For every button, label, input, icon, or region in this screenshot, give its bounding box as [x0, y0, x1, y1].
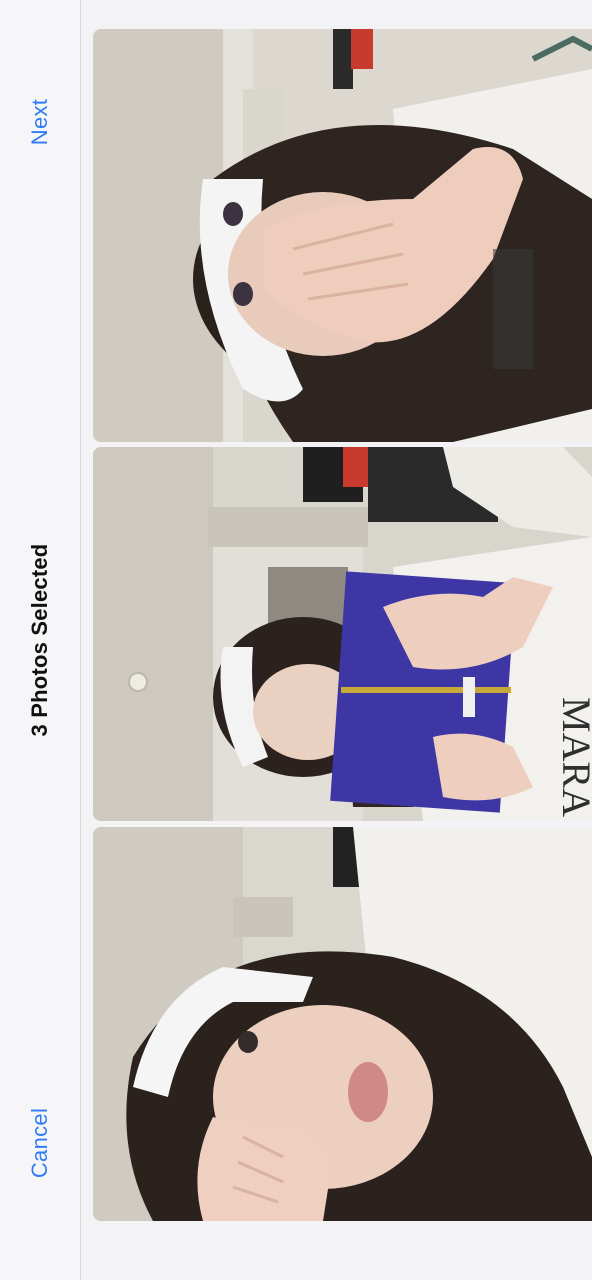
photo-2-image: MARA	[93, 447, 592, 821]
bottom-spacer	[81, 1225, 592, 1280]
photo-1-image	[93, 29, 592, 442]
photo-selfie-hand-over-face[interactable]	[93, 29, 592, 442]
nav-divider	[80, 0, 81, 1280]
photo-3-image	[93, 827, 592, 1221]
photo-holding-blue-book[interactable]: MARA	[93, 447, 592, 821]
cancel-button[interactable]: Cancel	[27, 1108, 53, 1178]
next-button[interactable]: Next	[27, 99, 53, 145]
navigation-bar: Next 3 Photos Selected Cancel	[0, 0, 80, 1280]
photo-picker-screen: Next 3 Photos Selected Cancel MARA	[0, 0, 592, 1280]
selection-title: 3 Photos Selected	[27, 543, 52, 737]
svg-text:MARA: MARA	[554, 697, 592, 817]
photo-selfie-hand-on-cheek[interactable]	[93, 827, 592, 1221]
